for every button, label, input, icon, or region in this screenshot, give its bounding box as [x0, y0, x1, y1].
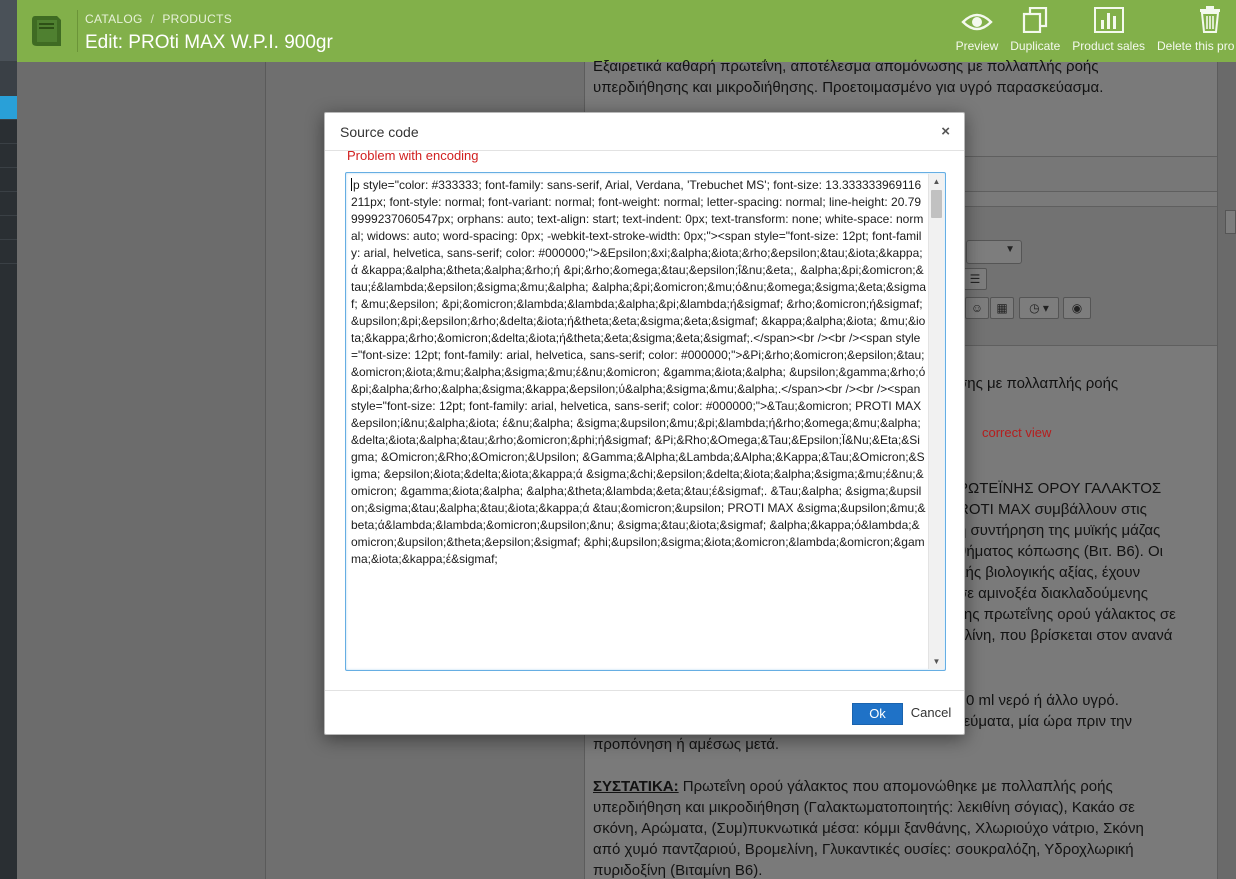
editor-tab[interactable]	[1225, 210, 1236, 234]
source-code-content[interactable]: p style="color: #333333; font-family: sa…	[351, 177, 926, 668]
preview-label: Preview	[955, 39, 999, 53]
source-code-dialog: Source code × Problem with encoding p st…	[324, 112, 965, 735]
ok-button[interactable]: Ok	[852, 703, 903, 725]
sidebar-item[interactable]	[0, 216, 17, 240]
product-sales-button[interactable]: Product sales	[1066, 0, 1151, 62]
editor-line: σκόνη, Αρώματα, (Συμ)πυκνωτικά μέσα: κόμ…	[593, 820, 1144, 837]
text-caret	[351, 178, 352, 191]
editor-line: λής βιολογικής αξίας, έχουν	[958, 564, 1141, 581]
editor-line: υπερδιήθηση και μικροδιήθηση (Γαλακτωματ…	[593, 799, 1135, 816]
breadcrumb-products[interactable]: PRODUCTS	[162, 12, 232, 26]
preview-button[interactable]: Preview	[950, 0, 1005, 62]
admin-sidebar	[0, 0, 17, 879]
sidebar-item[interactable]	[0, 0, 17, 62]
editor-line: προπόνηση ή αμέσως μετά.	[593, 736, 780, 753]
editor-line: από χυμό παντζαριού, Βρομελίνη, Γλυκαντι…	[593, 841, 1134, 858]
copy-icon	[1023, 7, 1048, 33]
description-line: υπερδιήθησης και μικροδιήθησης. Προετοιμ…	[593, 79, 1104, 96]
align-justify-button[interactable]: ☰	[963, 268, 987, 290]
editor-line: ΡΩΤΕΪΝΗΣ ΟΡΟΥ ΓΑΛΑΚΤΟΣ	[958, 480, 1162, 497]
page-header: CATALOG / PRODUCTS Edit: PROti MAX W.P.I. …	[17, 0, 1236, 62]
sidebar-item[interactable]	[0, 168, 17, 192]
cancel-button[interactable]: Cancel	[908, 703, 954, 725]
media-button[interactable]: ▦	[990, 297, 1014, 319]
correct-view-note: correct view	[982, 425, 1052, 440]
dialog-header: Source code ×	[325, 113, 964, 151]
duplicate-label: Duplicate	[1010, 39, 1061, 53]
source-code-textarea[interactable]: p style="color: #333333; font-family: sa…	[345, 172, 946, 671]
product-tabs-column	[17, 62, 266, 879]
dialog-title: Source code	[340, 124, 419, 140]
encoding-problem-note: Problem with encoding	[347, 148, 479, 163]
sidebar-item[interactable]	[0, 192, 17, 216]
editor-dosage-text: 0 ml νερό ή άλλο υγρό. γεύματα, μία ώρα …	[956, 690, 1216, 732]
editor-line: σε αμινοξέα διακλαδούμενης	[958, 585, 1148, 602]
ingredients-label: ΣΥΣΤΑΤΙΚΑ:	[593, 778, 679, 795]
trash-icon	[1200, 6, 1220, 33]
delete-button[interactable]: Delete this pro	[1151, 0, 1236, 62]
font-size-select[interactable]: ▼	[966, 240, 1022, 264]
page-title: Edit: PROti MAX W.P.I. 900gr	[85, 32, 333, 53]
editor-line: 0 ml νερό ή άλλο υγρό.	[966, 692, 1119, 709]
duplicate-button[interactable]: Duplicate	[1004, 0, 1066, 62]
editor-column-text: ΡΩΤΕΪΝΗΣ ΟΡΟΥ ΓΑΛΑΚΤΟΣ ROTI MAX συμβάλλο…	[958, 478, 1218, 646]
emoticon-button[interactable]: ☺	[965, 297, 989, 319]
catalog-book-icon	[27, 12, 67, 50]
header-actions: Preview Duplicate Product sales Delete t…	[950, 0, 1236, 62]
editor-line: θήματος κόπωσης (Βιτ. Β6). Οι	[958, 543, 1164, 560]
source-code-text: p style="color: #333333; font-family: sa…	[351, 178, 926, 566]
editor-snippet: σης με πολλαπλής ροής	[958, 375, 1119, 392]
editor-line: ROTI MAX συμβάλλουν στις	[958, 501, 1147, 518]
editor-line: ή συντήρηση της μυϊκής μάζας	[958, 522, 1161, 539]
delete-label: Delete this pro	[1157, 39, 1235, 53]
description-line: Εξαιρετικά καθαρή πρωτεΐνη, αποτέλεσμα α…	[593, 58, 1099, 75]
header-divider	[77, 10, 78, 52]
editor-line: ελίνη, που βρίσκεται στον ανανά	[958, 627, 1173, 644]
product-sales-label: Product sales	[1072, 39, 1145, 53]
editor-line: πυριδοξίνη (Βιταμίνη Β6).	[593, 862, 763, 879]
breadcrumb-separator: /	[150, 12, 155, 26]
preview-eye-button[interactable]: ◉	[1063, 297, 1091, 319]
editor-ingredients: ΣΥΣΤΑΤΙΚΑ: Πρωτεΐνη ορού γάλακτος που απ…	[593, 776, 1218, 879]
breadcrumb: CATALOG / PRODUCTS	[85, 12, 232, 26]
close-icon[interactable]: ×	[941, 123, 950, 140]
dialog-footer: Ok Cancel	[325, 690, 964, 736]
chevron-down-icon: ▼	[1005, 244, 1015, 255]
editor-line: γεύματα, μία ώρα πριν την	[956, 713, 1132, 730]
editor-line: Πρωτεΐνη ορού γάλακτος που απομονώθηκε μ…	[678, 778, 1113, 795]
bar-chart-icon	[1093, 7, 1124, 33]
textarea-scrollbar[interactable]: ▲ ▼	[928, 174, 944, 669]
sidebar-item[interactable]	[0, 240, 17, 264]
sidebar-item[interactable]	[0, 144, 17, 168]
scroll-down-arrow-icon[interactable]: ▼	[929, 654, 944, 669]
description-preview: Εξαιρετικά καθαρή πρωτεΐνη, αποτέλεσμα α…	[593, 56, 1213, 98]
eye-icon	[961, 13, 993, 31]
page-scroll-edge	[1217, 62, 1236, 879]
sidebar-item-active[interactable]	[0, 96, 17, 120]
editor-line: της πρωτεΐνης ορού γάλακτος σε	[958, 606, 1176, 623]
breadcrumb-catalog[interactable]: CATALOG	[85, 12, 143, 26]
scroll-up-arrow-icon[interactable]: ▲	[929, 174, 944, 189]
scroll-thumb[interactable]	[931, 190, 942, 218]
time-dropdown-button[interactable]: ◷ ▾	[1019, 297, 1059, 319]
sidebar-item[interactable]	[0, 62, 17, 96]
sidebar-item[interactable]	[0, 120, 17, 144]
